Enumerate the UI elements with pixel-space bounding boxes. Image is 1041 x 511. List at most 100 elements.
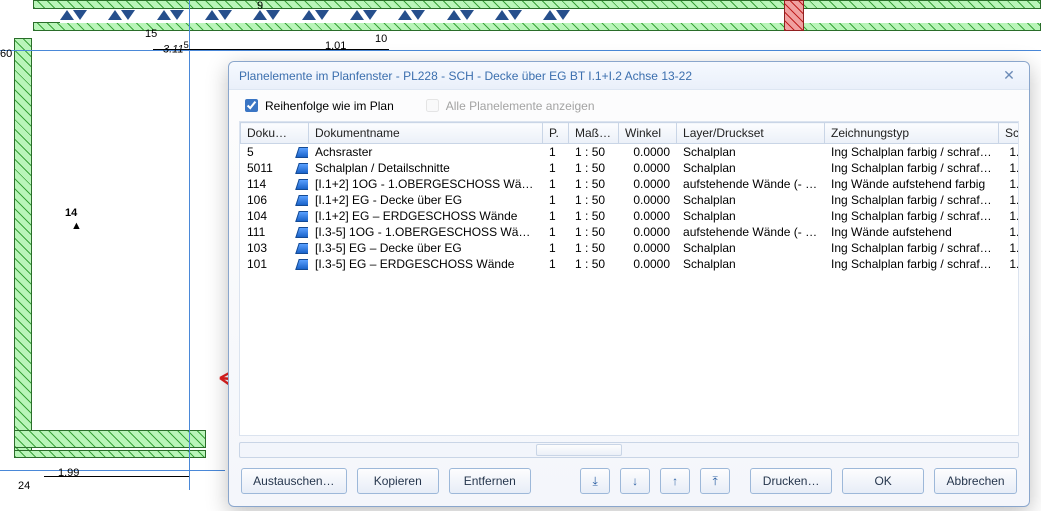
table-header-row[interactable]: Doku… Dokumentname P. Maß… Winkel Layer/… xyxy=(241,123,1020,144)
table-row[interactable]: 111[I.3-5] 1OG - 1.OBERGESCHOSS Wände11 … xyxy=(241,224,1020,240)
cell-doc-name: [I.1+2] EG – ERDGESCHOSS Wände xyxy=(309,208,543,224)
scrollbar-thumb[interactable] xyxy=(536,444,622,456)
cell-layer: aufstehende Wände (- - -) xyxy=(677,176,825,192)
document-icon xyxy=(295,227,308,238)
document-icon xyxy=(295,163,308,174)
cell-font: 1.0000 xyxy=(999,144,1019,161)
cell-type: Ing Schalplan farbig / schraffur xyxy=(825,192,999,208)
dialog-toolbar: Reihenfolge wie im Plan Alle Planelement… xyxy=(229,90,1029,117)
cell-scale: 1 : 50 xyxy=(569,160,619,176)
col-layer[interactable]: Layer/Druckset xyxy=(677,123,825,144)
cell-doc-icon xyxy=(291,192,309,208)
cell-pos: 1 xyxy=(543,176,569,192)
dialog-title: Planelemente im Planfenster - PL228 - SC… xyxy=(239,62,999,90)
checkbox-order-as-plan-input[interactable] xyxy=(245,99,258,112)
cell-angle: 0.0000 xyxy=(619,144,677,161)
col-doc-no[interactable]: Doku… xyxy=(241,123,309,144)
cell-doc-name: Achsraster xyxy=(309,144,543,161)
cell-doc-icon xyxy=(291,144,309,161)
ok-button[interactable]: OK xyxy=(842,468,924,494)
cell-doc-no: 101 xyxy=(241,256,291,272)
plan-elements-dialog: Planelemente im Planfenster - PL228 - SC… xyxy=(228,61,1030,507)
cell-angle: 0.0000 xyxy=(619,256,677,272)
document-icon xyxy=(295,179,308,190)
cell-doc-no: 103 xyxy=(241,240,291,256)
checkbox-order-as-plan-label: Reihenfolge wie im Plan xyxy=(265,99,394,113)
col-scale[interactable]: Maß… xyxy=(569,123,619,144)
close-icon[interactable]: ✕ xyxy=(999,66,1019,86)
remove-button[interactable]: Entfernen xyxy=(449,468,531,494)
cell-type: Ing Schalplan farbig / schraffur xyxy=(825,160,999,176)
col-draw-type[interactable]: Zeichnungstyp xyxy=(825,123,999,144)
move-bottom-icon: ⤓ xyxy=(592,474,597,489)
move-up-button[interactable]: ↑ xyxy=(660,468,690,494)
table-row[interactable]: 5011Schalplan / Detailschnitte11 : 500.0… xyxy=(241,160,1020,176)
cell-scale: 1 : 50 xyxy=(569,256,619,272)
dim-1-99: 1.99 xyxy=(58,467,79,479)
cell-layer: Schalplan xyxy=(677,240,825,256)
dialog-buttons: Austauschen… Kopieren Entfernen ⤓ ↓ ↑ ⤒ … xyxy=(229,458,1029,506)
print-button[interactable]: Drucken… xyxy=(750,468,832,494)
cell-type: Ing Schalplan farbig / schraffur xyxy=(825,208,999,224)
cell-doc-no: 5 xyxy=(241,144,291,161)
cell-scale: 1 : 50 xyxy=(569,192,619,208)
cell-angle: 0.0000 xyxy=(619,224,677,240)
table-row[interactable]: 104[I.1+2] EG – ERDGESCHOSS Wände11 : 50… xyxy=(241,208,1020,224)
cell-doc-name: [I.3-5] 1OG - 1.OBERGESCHOSS Wände xyxy=(309,224,543,240)
move-down-icon: ↓ xyxy=(632,474,638,488)
cell-doc-icon xyxy=(291,208,309,224)
cell-doc-icon xyxy=(291,240,309,256)
document-icon xyxy=(295,211,308,222)
document-icon xyxy=(295,259,308,270)
cell-pos: 1 xyxy=(543,160,569,176)
copy-button[interactable]: Kopieren xyxy=(357,468,439,494)
cell-scale: 1 : 50 xyxy=(569,240,619,256)
cell-doc-name: [I.1+2] EG - Decke über EG xyxy=(309,192,543,208)
cell-layer: Schalplan xyxy=(677,160,825,176)
dim-9: 9 xyxy=(257,0,263,12)
cell-doc-name: [I.3-5] EG – Decke über EG xyxy=(309,240,543,256)
cell-scale: 1 : 50 xyxy=(569,144,619,161)
cell-pos: 1 xyxy=(543,240,569,256)
cell-doc-icon xyxy=(291,176,309,192)
cell-font: 1.0000 xyxy=(999,224,1019,240)
dim-60: 60 xyxy=(0,48,12,60)
cell-angle: 0.0000 xyxy=(619,208,677,224)
replace-button[interactable]: Austauschen… xyxy=(241,468,347,494)
cell-doc-no: 106 xyxy=(241,192,291,208)
cell-pos: 1 xyxy=(543,208,569,224)
cell-layer: Schalplan xyxy=(677,256,825,272)
move-bottom-button[interactable]: ⤓ xyxy=(580,468,610,494)
cell-scale: 1 : 50 xyxy=(569,176,619,192)
cell-layer: Schalplan xyxy=(677,192,825,208)
move-down-button[interactable]: ↓ xyxy=(620,468,650,494)
cell-font: 1.0000 xyxy=(999,176,1019,192)
cell-scale: 1 : 50 xyxy=(569,224,619,240)
plan-elements-table[interactable]: Doku… Dokumentname P. Maß… Winkel Layer/… xyxy=(239,121,1019,436)
move-top-button[interactable]: ⤒ xyxy=(700,468,730,494)
cancel-button[interactable]: Abbrechen xyxy=(934,468,1017,494)
cell-angle: 0.0000 xyxy=(619,160,677,176)
col-pos[interactable]: P. xyxy=(543,123,569,144)
horizontal-scrollbar[interactable] xyxy=(239,442,1019,458)
checkbox-order-as-plan[interactable]: Reihenfolge wie im Plan xyxy=(241,96,394,115)
table-row[interactable]: 114[I.1+2] 1OG - 1.OBERGESCHOSS Wände11 … xyxy=(241,176,1020,192)
document-icon xyxy=(295,195,308,206)
cell-type: Ing Schalplan farbig / schraffur xyxy=(825,240,999,256)
col-font[interactable]: Schrift… xyxy=(999,123,1019,144)
move-top-icon: ⤒ xyxy=(712,474,717,489)
move-up-icon: ↑ xyxy=(672,474,678,488)
cell-doc-no: 104 xyxy=(241,208,291,224)
table-row[interactable]: 103 [I.3-5] EG – Decke über EG11 : 500.00… xyxy=(241,240,1020,256)
dialog-titlebar[interactable]: Planelemente im Planfenster - PL228 - SC… xyxy=(229,62,1029,90)
cell-angle: 0.0000 xyxy=(619,240,677,256)
cell-angle: 0.0000 xyxy=(619,192,677,208)
table-row[interactable]: 106[I.1+2] EG - Decke über EG11 : 500.00… xyxy=(241,192,1020,208)
document-icon xyxy=(295,243,308,254)
table-row[interactable]: 5Achsraster11 : 500.0000SchalplanIng Sch… xyxy=(241,144,1020,161)
table-row[interactable]: 101[I.3-5] EG – ERDGESCHOSS Wände11 : 50… xyxy=(241,256,1020,272)
cell-type: Ing Schalplan farbig / schraffur xyxy=(825,256,999,272)
col-angle[interactable]: Winkel xyxy=(619,123,677,144)
cell-doc-no: 114 xyxy=(241,176,291,192)
col-doc-name[interactable]: Dokumentname xyxy=(309,123,543,144)
